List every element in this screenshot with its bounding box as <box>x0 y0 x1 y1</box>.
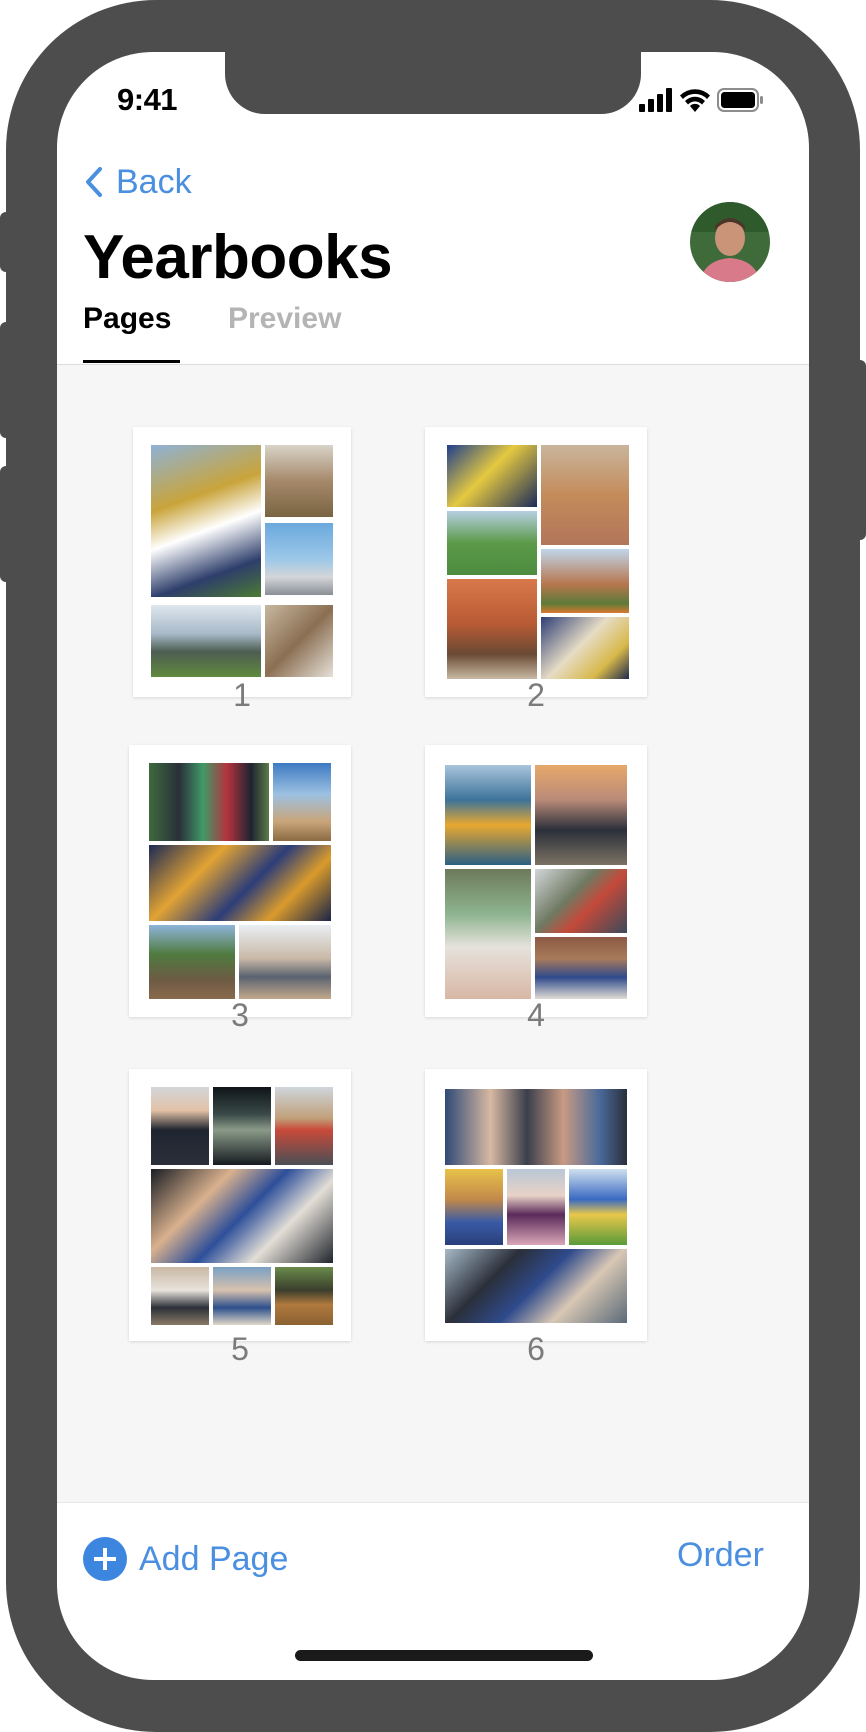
page-photo <box>445 1169 503 1245</box>
page-thumbnail-4[interactable] <box>425 745 647 1017</box>
order-button[interactable]: Order <box>677 1536 764 1575</box>
page-number: 3 <box>231 997 249 1033</box>
side-button-mute <box>0 212 10 272</box>
status-time: 9:41 <box>117 82 178 117</box>
page-photo <box>275 1087 333 1165</box>
page-photo <box>445 869 531 999</box>
page-photo <box>149 763 269 841</box>
tab-preview[interactable]: Preview <box>228 302 341 336</box>
page-number: 2 <box>527 677 545 713</box>
page-photo <box>265 605 333 677</box>
page-thumbnail-5[interactable] <box>129 1069 351 1341</box>
wifi-icon <box>680 89 710 112</box>
page-photo <box>445 765 531 865</box>
page-thumbnail-6[interactable] <box>425 1069 647 1341</box>
tab-bar: Pages Preview <box>83 302 783 362</box>
page-thumbnail-3[interactable] <box>129 745 351 1017</box>
page-number: 1 <box>233 677 251 713</box>
phone-frame: 9:41 Back Yearbooks Pages Preview 1 2 3 … <box>0 0 866 1732</box>
page-photo <box>265 445 333 517</box>
page-photo <box>445 1249 627 1323</box>
signal-icon <box>639 88 672 112</box>
page-photo <box>213 1087 271 1165</box>
page-photo <box>149 845 331 921</box>
home-indicator[interactable] <box>295 1650 593 1661</box>
page-photo <box>447 579 537 679</box>
page-number: 6 <box>527 1331 545 1367</box>
notch <box>225 52 641 114</box>
status-icons <box>639 86 779 114</box>
add-page-button[interactable]: Add Page <box>83 1534 288 1584</box>
page-photo <box>569 1169 627 1245</box>
back-button[interactable]: Back <box>84 160 192 204</box>
page-photo <box>149 925 235 999</box>
page-photo <box>447 511 537 575</box>
tab-pages[interactable]: Pages <box>83 302 171 336</box>
page-photo <box>213 1267 271 1325</box>
user-avatar[interactable] <box>690 202 770 282</box>
page-photo <box>535 937 627 999</box>
footer-divider <box>57 1502 809 1503</box>
page-number: 4 <box>527 997 545 1033</box>
page-photo <box>275 1267 333 1325</box>
page-photo <box>265 523 333 595</box>
page-photo <box>445 1089 627 1165</box>
page-photo <box>447 445 537 507</box>
side-button-volume-up <box>0 322 10 438</box>
add-page-label: Add Page <box>139 1539 289 1578</box>
page-grid[interactable]: 1 2 3 4 5 6 <box>57 365 809 1502</box>
page-photo <box>541 549 629 613</box>
page-photo <box>273 763 331 841</box>
page-photo <box>541 617 629 679</box>
page-photo <box>151 605 261 677</box>
page-title: Yearbooks <box>83 223 393 292</box>
active-tab-indicator <box>83 360 180 363</box>
page-thumbnail-2[interactable] <box>425 427 647 697</box>
page-photo <box>151 1169 333 1263</box>
side-button-volume-down <box>0 466 10 582</box>
page-photo <box>541 445 629 545</box>
battery-icon <box>717 88 763 112</box>
page-photo <box>151 445 261 597</box>
screen: 9:41 Back Yearbooks Pages Preview 1 2 3 … <box>57 52 809 1680</box>
plus-circle-icon <box>83 1537 127 1581</box>
page-photo <box>151 1087 209 1165</box>
avatar-photo <box>690 202 770 282</box>
page-photo <box>535 869 627 933</box>
page-number: 5 <box>231 1331 249 1367</box>
page-photo <box>151 1267 209 1325</box>
back-label: Back <box>116 162 192 201</box>
chevron-left-icon <box>86 167 102 197</box>
page-thumbnail-1[interactable] <box>133 427 351 697</box>
page-photo <box>507 1169 565 1245</box>
page-photo <box>535 765 627 865</box>
page-photo <box>239 925 331 999</box>
side-button-power <box>856 360 866 540</box>
